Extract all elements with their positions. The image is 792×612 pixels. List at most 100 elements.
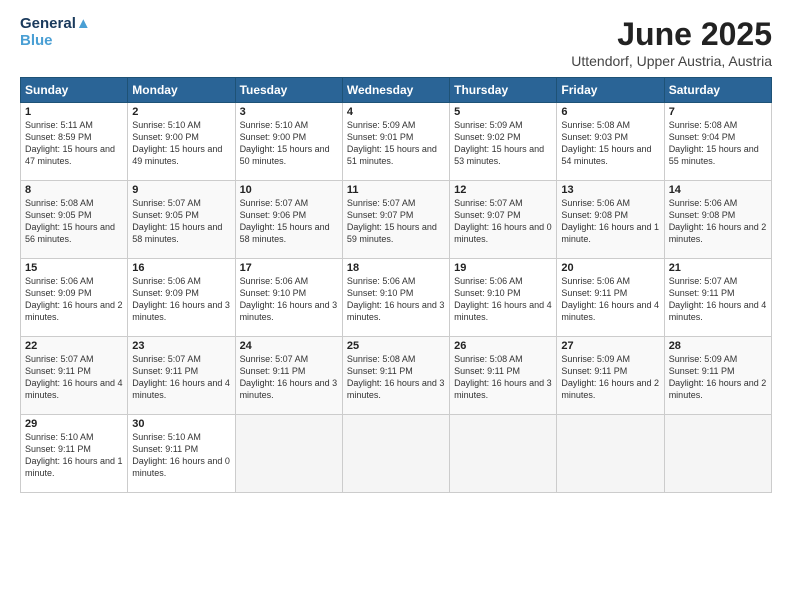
- page: General▲ Blue June 2025 Uttendorf, Upper…: [0, 0, 792, 612]
- day-cell: 1Sunrise: 5:11 AMSunset: 8:59 PMDaylight…: [21, 103, 128, 181]
- day-cell: 12Sunrise: 5:07 AMSunset: 9:07 PMDayligh…: [450, 181, 557, 259]
- day-cell: 2Sunrise: 5:10 AMSunset: 9:00 PMDaylight…: [128, 103, 235, 181]
- day-cell: [557, 415, 664, 493]
- month-title: June 2025: [571, 16, 772, 53]
- col-header-wednesday: Wednesday: [342, 78, 449, 103]
- day-info: Sunrise: 5:10 AMSunset: 9:00 PMDaylight:…: [240, 119, 338, 168]
- day-cell: 20Sunrise: 5:06 AMSunset: 9:11 PMDayligh…: [557, 259, 664, 337]
- day-cell: 29Sunrise: 5:10 AMSunset: 9:11 PMDayligh…: [21, 415, 128, 493]
- day-cell: 16Sunrise: 5:06 AMSunset: 9:09 PMDayligh…: [128, 259, 235, 337]
- day-cell: 22Sunrise: 5:07 AMSunset: 9:11 PMDayligh…: [21, 337, 128, 415]
- day-number: 11: [347, 184, 445, 196]
- day-cell: 3Sunrise: 5:10 AMSunset: 9:00 PMDaylight…: [235, 103, 342, 181]
- day-cell: 8Sunrise: 5:08 AMSunset: 9:05 PMDaylight…: [21, 181, 128, 259]
- day-number: 24: [240, 340, 338, 352]
- day-info: Sunrise: 5:06 AMSunset: 9:10 PMDaylight:…: [454, 275, 552, 324]
- day-cell: 17Sunrise: 5:06 AMSunset: 9:10 PMDayligh…: [235, 259, 342, 337]
- col-header-sunday: Sunday: [21, 78, 128, 103]
- day-info: Sunrise: 5:07 AMSunset: 9:11 PMDaylight:…: [132, 353, 230, 402]
- day-info: Sunrise: 5:08 AMSunset: 9:05 PMDaylight:…: [25, 197, 123, 246]
- day-info: Sunrise: 5:08 AMSunset: 9:11 PMDaylight:…: [454, 353, 552, 402]
- logo-blue: Blue: [20, 33, 91, 50]
- day-cell: 15Sunrise: 5:06 AMSunset: 9:09 PMDayligh…: [21, 259, 128, 337]
- day-info: Sunrise: 5:07 AMSunset: 9:05 PMDaylight:…: [132, 197, 230, 246]
- day-number: 22: [25, 340, 123, 352]
- day-info: Sunrise: 5:09 AMSunset: 9:11 PMDaylight:…: [669, 353, 767, 402]
- day-info: Sunrise: 5:08 AMSunset: 9:03 PMDaylight:…: [561, 119, 659, 168]
- day-info: Sunrise: 5:06 AMSunset: 9:09 PMDaylight:…: [25, 275, 123, 324]
- day-info: Sunrise: 5:07 AMSunset: 9:11 PMDaylight:…: [240, 353, 338, 402]
- day-cell: [664, 415, 771, 493]
- day-cell: 5Sunrise: 5:09 AMSunset: 9:02 PMDaylight…: [450, 103, 557, 181]
- day-cell: 27Sunrise: 5:09 AMSunset: 9:11 PMDayligh…: [557, 337, 664, 415]
- day-cell: 9Sunrise: 5:07 AMSunset: 9:05 PMDaylight…: [128, 181, 235, 259]
- header: General▲ Blue June 2025 Uttendorf, Upper…: [20, 16, 772, 69]
- day-info: Sunrise: 5:06 AMSunset: 9:10 PMDaylight:…: [347, 275, 445, 324]
- week-row-2: 8Sunrise: 5:08 AMSunset: 9:05 PMDaylight…: [21, 181, 772, 259]
- day-number: 25: [347, 340, 445, 352]
- day-number: 7: [669, 106, 767, 118]
- day-cell: 10Sunrise: 5:07 AMSunset: 9:06 PMDayligh…: [235, 181, 342, 259]
- day-cell: 30Sunrise: 5:10 AMSunset: 9:11 PMDayligh…: [128, 415, 235, 493]
- day-cell: [235, 415, 342, 493]
- day-info: Sunrise: 5:07 AMSunset: 9:11 PMDaylight:…: [25, 353, 123, 402]
- col-header-saturday: Saturday: [664, 78, 771, 103]
- day-cell: 25Sunrise: 5:08 AMSunset: 9:11 PMDayligh…: [342, 337, 449, 415]
- day-info: Sunrise: 5:09 AMSunset: 9:11 PMDaylight:…: [561, 353, 659, 402]
- day-info: Sunrise: 5:06 AMSunset: 9:08 PMDaylight:…: [561, 197, 659, 246]
- day-info: Sunrise: 5:07 AMSunset: 9:11 PMDaylight:…: [669, 275, 767, 324]
- day-number: 9: [132, 184, 230, 196]
- day-number: 1: [25, 106, 123, 118]
- day-cell: 6Sunrise: 5:08 AMSunset: 9:03 PMDaylight…: [557, 103, 664, 181]
- week-row-4: 22Sunrise: 5:07 AMSunset: 9:11 PMDayligh…: [21, 337, 772, 415]
- day-number: 30: [132, 418, 230, 430]
- day-number: 23: [132, 340, 230, 352]
- day-number: 3: [240, 106, 338, 118]
- day-info: Sunrise: 5:09 AMSunset: 9:01 PMDaylight:…: [347, 119, 445, 168]
- day-number: 2: [132, 106, 230, 118]
- day-number: 20: [561, 262, 659, 274]
- day-number: 12: [454, 184, 552, 196]
- day-cell: 13Sunrise: 5:06 AMSunset: 9:08 PMDayligh…: [557, 181, 664, 259]
- day-cell: 4Sunrise: 5:09 AMSunset: 9:01 PMDaylight…: [342, 103, 449, 181]
- day-number: 4: [347, 106, 445, 118]
- day-of-week-row: SundayMondayTuesdayWednesdayThursdayFrid…: [21, 78, 772, 103]
- day-cell: [450, 415, 557, 493]
- day-number: 5: [454, 106, 552, 118]
- week-row-3: 15Sunrise: 5:06 AMSunset: 9:09 PMDayligh…: [21, 259, 772, 337]
- day-number: 10: [240, 184, 338, 196]
- day-number: 17: [240, 262, 338, 274]
- week-row-1: 1Sunrise: 5:11 AMSunset: 8:59 PMDaylight…: [21, 103, 772, 181]
- day-cell: 19Sunrise: 5:06 AMSunset: 9:10 PMDayligh…: [450, 259, 557, 337]
- title-block: June 2025 Uttendorf, Upper Austria, Aust…: [571, 16, 772, 69]
- day-cell: 26Sunrise: 5:08 AMSunset: 9:11 PMDayligh…: [450, 337, 557, 415]
- day-info: Sunrise: 5:07 AMSunset: 9:06 PMDaylight:…: [240, 197, 338, 246]
- day-info: Sunrise: 5:08 AMSunset: 9:04 PMDaylight:…: [669, 119, 767, 168]
- day-info: Sunrise: 5:06 AMSunset: 9:09 PMDaylight:…: [132, 275, 230, 324]
- day-info: Sunrise: 5:08 AMSunset: 9:11 PMDaylight:…: [347, 353, 445, 402]
- day-info: Sunrise: 5:09 AMSunset: 9:02 PMDaylight:…: [454, 119, 552, 168]
- day-cell: 7Sunrise: 5:08 AMSunset: 9:04 PMDaylight…: [664, 103, 771, 181]
- day-cell: 24Sunrise: 5:07 AMSunset: 9:11 PMDayligh…: [235, 337, 342, 415]
- col-header-monday: Monday: [128, 78, 235, 103]
- day-number: 18: [347, 262, 445, 274]
- calendar-table: SundayMondayTuesdayWednesdayThursdayFrid…: [20, 77, 772, 493]
- day-info: Sunrise: 5:10 AMSunset: 9:11 PMDaylight:…: [132, 431, 230, 480]
- day-info: Sunrise: 5:07 AMSunset: 9:07 PMDaylight:…: [347, 197, 445, 246]
- day-number: 28: [669, 340, 767, 352]
- day-cell: 23Sunrise: 5:07 AMSunset: 9:11 PMDayligh…: [128, 337, 235, 415]
- logo: General▲ Blue: [20, 16, 91, 49]
- day-number: 13: [561, 184, 659, 196]
- day-number: 16: [132, 262, 230, 274]
- day-cell: 18Sunrise: 5:06 AMSunset: 9:10 PMDayligh…: [342, 259, 449, 337]
- location: Uttendorf, Upper Austria, Austria: [571, 53, 772, 69]
- col-header-friday: Friday: [557, 78, 664, 103]
- day-number: 26: [454, 340, 552, 352]
- day-number: 19: [454, 262, 552, 274]
- day-cell: 14Sunrise: 5:06 AMSunset: 9:08 PMDayligh…: [664, 181, 771, 259]
- day-info: Sunrise: 5:07 AMSunset: 9:07 PMDaylight:…: [454, 197, 552, 246]
- day-info: Sunrise: 5:11 AMSunset: 8:59 PMDaylight:…: [25, 119, 123, 168]
- day-number: 27: [561, 340, 659, 352]
- day-info: Sunrise: 5:06 AMSunset: 9:10 PMDaylight:…: [240, 275, 338, 324]
- day-number: 14: [669, 184, 767, 196]
